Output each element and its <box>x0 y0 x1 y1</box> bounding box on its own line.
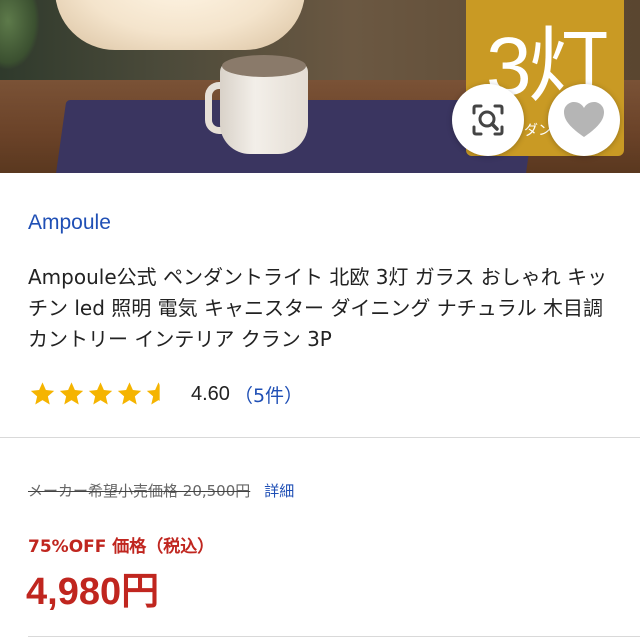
rating-value: 4.60 <box>191 382 230 405</box>
star-icon <box>30 382 55 405</box>
rating-stars <box>28 380 173 408</box>
product-title: Ampoule公式 ペンダントライト 北欧 3灯 ガラス おしゃれ キッチン l… <box>28 265 608 351</box>
product-image[interactable]: 3灯 ダン <box>0 0 640 173</box>
list-price: メーカー希望小売価格 20,500円 <box>28 482 251 500</box>
brand-link[interactable]: Ampoule <box>28 211 111 235</box>
review-count-link[interactable]: （5件） <box>234 381 303 408</box>
image-search-button[interactable] <box>452 84 524 156</box>
list-price-row: メーカー希望小売価格 20,500円 詳細 <box>28 480 294 501</box>
image-cup-rim <box>222 55 306 77</box>
half-star-icon <box>146 382 160 405</box>
star-icon <box>59 382 84 405</box>
section-divider <box>28 636 640 637</box>
favorite-button[interactable] <box>548 84 620 156</box>
rating-row[interactable]: 4.60 （5件） <box>28 378 303 410</box>
image-plant <box>0 0 40 70</box>
image-lamp-shade <box>55 0 305 50</box>
detail-link[interactable]: 詳細 <box>264 480 294 501</box>
section-divider <box>0 437 640 438</box>
heart-icon <box>564 102 604 137</box>
sale-price: 4,980円 <box>26 571 160 613</box>
discount-label: 75%OFF 価格（税込） <box>28 537 215 557</box>
star-icon <box>117 382 142 405</box>
star-icon <box>88 382 113 405</box>
image-search-icon <box>472 104 504 136</box>
